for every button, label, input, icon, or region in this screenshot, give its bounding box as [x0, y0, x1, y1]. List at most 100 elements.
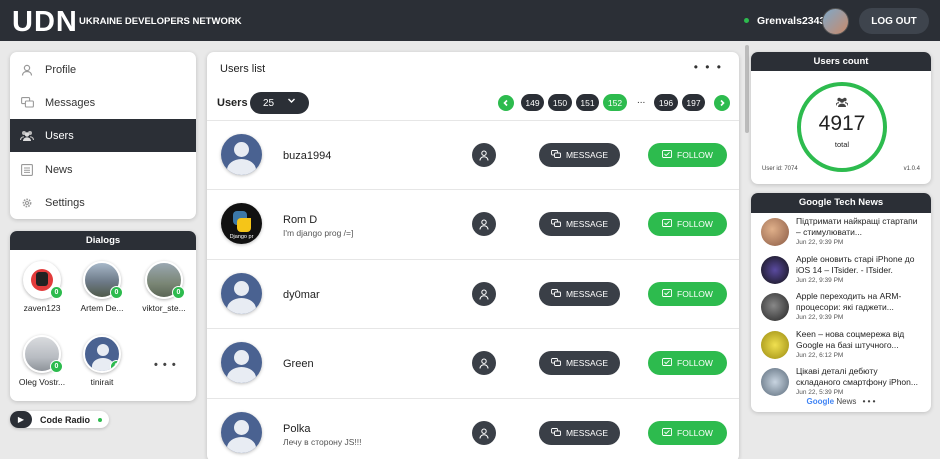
google-news-footer-label: News: [836, 397, 857, 406]
user-name[interactable]: Polka: [283, 423, 311, 435]
dialog-item[interactable]: 0 Oleg Vostr...: [14, 335, 70, 387]
sidebar-item-news[interactable]: News: [10, 153, 196, 186]
more-news-dots[interactable]: • • •: [863, 397, 876, 406]
unread-badge: 0: [50, 360, 63, 373]
follow-button[interactable]: FOLLOW: [648, 421, 727, 445]
logout-button[interactable]: LOG OUT: [859, 8, 929, 34]
user-name[interactable]: dy0mar: [283, 289, 320, 301]
news-item[interactable]: Keen – нова соцмережа від Google на базі…: [761, 329, 927, 365]
table-row: Polka Лечу в сторону JS!!! MESSAGE FOLLO…: [207, 398, 739, 459]
users-count-label: total: [834, 140, 850, 149]
google-news-footer[interactable]: Google News • • •: [751, 397, 931, 406]
user-id: User id: 7074: [762, 166, 798, 172]
person-icon: [479, 358, 489, 369]
user-status: I'm django prog /=]: [283, 228, 354, 238]
avatar: 0: [83, 261, 123, 299]
sidebar-item-profile[interactable]: Profile: [10, 53, 196, 86]
radio-label: Code Radio: [40, 414, 91, 425]
follow-button[interactable]: FOLLOW: [648, 143, 727, 167]
follow-button[interactable]: FOLLOW: [648, 351, 727, 375]
news-title[interactable]: Keen – нова соцмережа від Google на базі…: [796, 329, 924, 351]
avatar: 0: [23, 261, 63, 299]
message-button[interactable]: MESSAGE: [539, 143, 620, 167]
users-count-value: 4917: [818, 112, 866, 135]
profile-button[interactable]: [472, 351, 496, 375]
person-icon: [479, 219, 489, 230]
more-dialogs-button[interactable]: • • •: [154, 359, 177, 371]
follow-icon: [662, 358, 672, 368]
avatar: 0: [23, 335, 63, 373]
message-label: MESSAGE: [565, 289, 609, 299]
prev-page-button[interactable]: [498, 95, 514, 111]
avatar[interactable]: [221, 134, 262, 175]
dialog-item[interactable]: 0 tinirait: [74, 335, 130, 387]
logo[interactable]: UDN: [12, 6, 78, 39]
message-button[interactable]: MESSAGE: [539, 212, 620, 236]
news-item[interactable]: Підтримати найкращі стартапи – стимулюва…: [761, 216, 927, 252]
avatar: 0: [145, 261, 185, 299]
profile-button[interactable]: [472, 143, 496, 167]
profile-button[interactable]: [472, 282, 496, 306]
users-icon: [20, 130, 34, 142]
sidebar-item-messages[interactable]: Messages: [10, 86, 196, 119]
more-options-icon[interactable]: • • •: [694, 60, 723, 74]
user-name[interactable]: Green: [283, 358, 314, 370]
code-radio-widget[interactable]: ▶ Code Radio: [10, 411, 109, 428]
news-title[interactable]: Підтримати найкращі стартапи – стимулюва…: [796, 216, 924, 238]
dialog-item[interactable]: 0 viktor_ste...: [136, 261, 192, 313]
news-item[interactable]: Apple оновить старі iPhone до iOS 14 – I…: [761, 254, 927, 290]
current-username[interactable]: Grenvals2343: [757, 15, 825, 27]
user-name[interactable]: buza1994: [283, 150, 331, 162]
google-logo: Google: [806, 397, 835, 406]
dialog-item[interactable]: 0 zaven123: [14, 261, 70, 313]
avatar[interactable]: Django pr: [221, 203, 262, 244]
profile-button[interactable]: [472, 421, 496, 445]
sidebar-item-label: Messages: [45, 96, 96, 109]
scrollbar[interactable]: [745, 45, 749, 133]
sidebar-item-users[interactable]: Users: [10, 119, 196, 152]
news-title[interactable]: Цікаві деталі дебюту складаного смартфон…: [796, 366, 924, 388]
message-button[interactable]: MESSAGE: [539, 282, 620, 306]
user-avatar[interactable]: [822, 8, 849, 35]
news-date: Jun 22, 9:39 PM: [796, 314, 844, 321]
chevron-down-icon: [287, 96, 296, 107]
follow-button[interactable]: FOLLOW: [648, 212, 727, 236]
avatar[interactable]: [221, 273, 262, 314]
follow-icon: [662, 150, 672, 160]
news-title[interactable]: Apple переходить на ARM-процесори: які г…: [796, 291, 924, 313]
news-date: Jun 22, 9:39 PM: [796, 277, 844, 284]
sidebar-item-settings[interactable]: Settings: [10, 186, 196, 219]
follow-icon: [662, 219, 672, 229]
next-page-button[interactable]: [714, 95, 730, 111]
dialog-item[interactable]: 0 Artem De...: [74, 261, 130, 313]
avatar[interactable]: [221, 342, 262, 383]
avatar[interactable]: [221, 412, 262, 453]
google-news-panel: Google Tech News Підтримати найкращі ста…: [751, 193, 931, 412]
current-page-button[interactable]: 152: [603, 94, 627, 111]
per-page-select[interactable]: 25: [250, 92, 309, 114]
follow-button[interactable]: FOLLOW: [648, 282, 727, 306]
page-button[interactable]: 149: [521, 94, 544, 111]
unread-badge: 0: [110, 286, 123, 299]
users-icon: [801, 97, 883, 110]
page-button[interactable]: 151: [576, 94, 599, 111]
message-button[interactable]: MESSAGE: [539, 421, 620, 445]
users-count-panel: Users count 4917 total User id: 7074 v1.…: [751, 52, 931, 184]
message-label: MESSAGE: [565, 358, 609, 368]
users-label: Users: [217, 97, 248, 109]
unread-badge: 0: [50, 286, 63, 299]
news-title[interactable]: Apple оновить старі iPhone до iOS 14 – I…: [796, 254, 924, 276]
news-item[interactable]: Apple переходить на ARM-процесори: які г…: [761, 291, 927, 327]
user-name[interactable]: Rom D: [283, 214, 317, 226]
page-button[interactable]: 197: [682, 94, 705, 111]
dialogs-title: Dialogs: [10, 231, 196, 250]
follow-label: FOLLOW: [677, 358, 713, 368]
news-thumbnail: [761, 293, 789, 321]
profile-button[interactable]: [472, 212, 496, 236]
message-button[interactable]: MESSAGE: [539, 351, 620, 375]
sidebar-item-label: Profile: [45, 63, 77, 76]
page-title: Users list: [220, 63, 266, 75]
play-icon[interactable]: ▶: [10, 411, 32, 428]
page-button[interactable]: 196: [654, 94, 678, 111]
page-button[interactable]: 150: [548, 94, 572, 111]
